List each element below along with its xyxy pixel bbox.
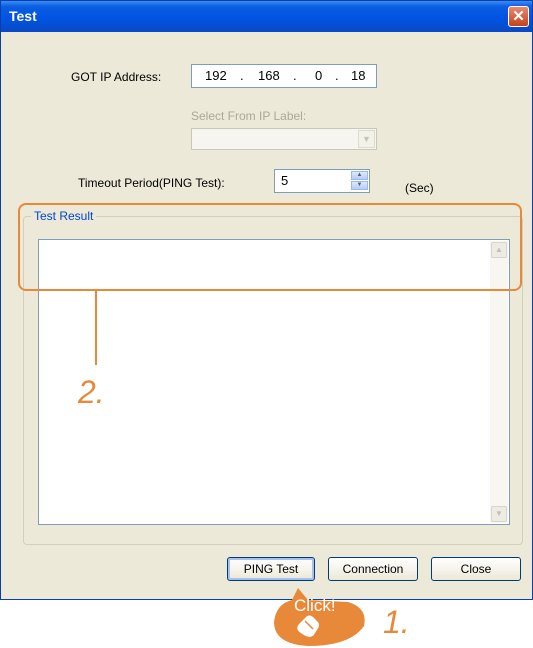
ip-dot: .: [335, 68, 339, 83]
select-ip-dropdown[interactable]: ▼: [191, 128, 377, 150]
ip-octet-4[interactable]: 18: [351, 68, 365, 83]
timeout-unit: (Sec): [405, 181, 434, 195]
spin-up-icon[interactable]: ▲: [351, 171, 368, 180]
select-ip-label: Select From IP Label:: [191, 109, 307, 123]
timeout-spinner[interactable]: 5 ▲ ▼: [274, 169, 370, 193]
close-icon: ✕: [512, 8, 525, 25]
got-ip-label: GOT IP Address:: [71, 70, 162, 84]
dropdown-arrow-icon[interactable]: ▼: [358, 130, 375, 148]
ip-dot: .: [293, 68, 297, 83]
close-button[interactable]: Close: [431, 557, 521, 581]
connection-button[interactable]: Connection: [328, 557, 418, 581]
callout-connector: [95, 291, 97, 365]
close-window-button[interactable]: ✕: [508, 6, 529, 27]
scroll-down-icon[interactable]: ▼: [491, 506, 507, 522]
spin-down-icon[interactable]: ▼: [351, 181, 368, 190]
step-2-label: 2.: [78, 374, 105, 410]
click-label: Click!: [294, 596, 336, 615]
ip-octet-3[interactable]: 0: [315, 68, 322, 83]
step-1-label: 1.: [383, 604, 410, 640]
ip-octet-1[interactable]: 192: [205, 68, 227, 83]
ping-test-button[interactable]: PING Test: [227, 557, 315, 581]
timeout-label: Timeout Period(PING Test):: [78, 176, 225, 190]
window-title: Test: [9, 8, 37, 24]
spin-buttons: ▲ ▼: [351, 171, 368, 191]
ip-octet-2[interactable]: 168: [258, 68, 280, 83]
ip-dot: .: [240, 68, 244, 83]
title-bar[interactable]: Test ✕: [1, 1, 532, 32]
got-ip-address-field[interactable]: 192 . 168 . 0 . 18: [191, 64, 377, 88]
timeout-value[interactable]: 5: [281, 173, 288, 188]
test-dialog: Test ✕ GOT IP Address: 192 . 168 . 0 . 1…: [0, 0, 533, 600]
test-result-highlight: [18, 203, 522, 291]
